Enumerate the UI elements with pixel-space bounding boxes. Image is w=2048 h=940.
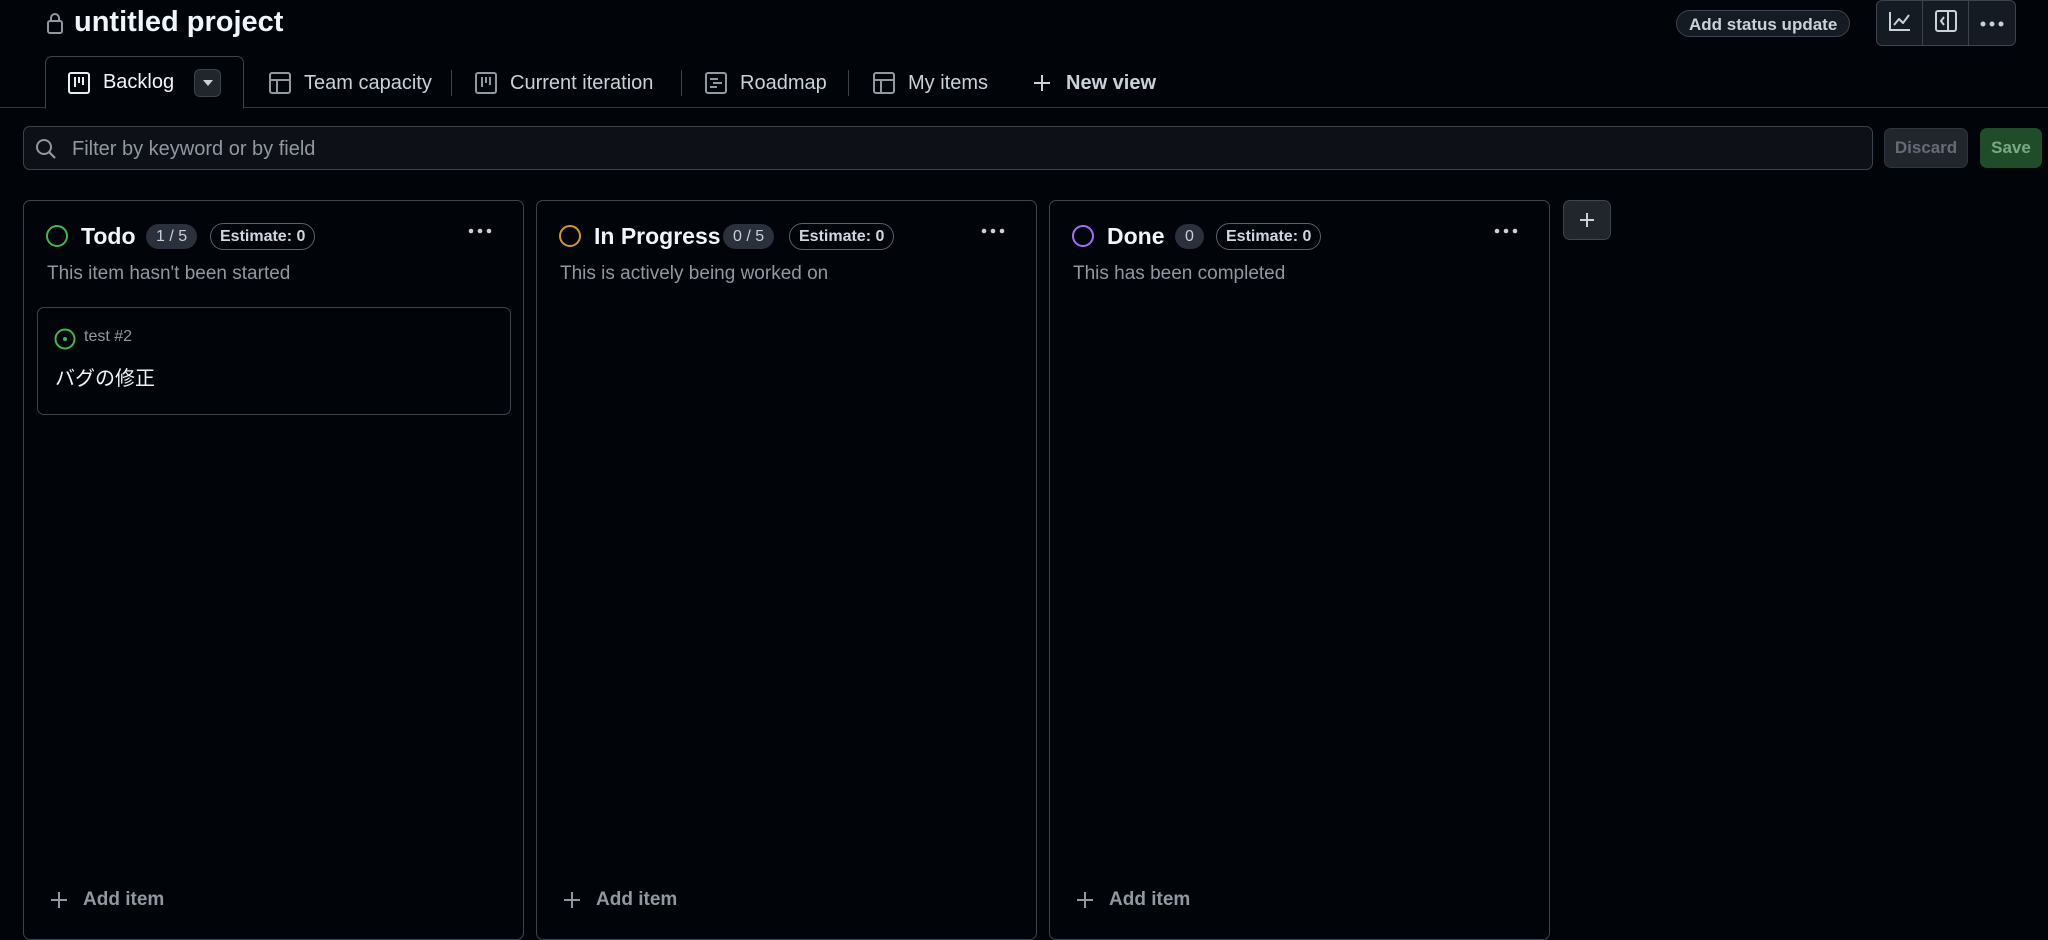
column-title: Todo bbox=[81, 223, 136, 249]
tab-label: Current iteration bbox=[510, 71, 654, 94]
side-panel-icon bbox=[1934, 9, 1958, 38]
add-column-button[interactable] bbox=[1563, 200, 1611, 240]
board-column-in-progress: In Progress 0 / 5 Estimate: 0 This is ac… bbox=[536, 200, 1037, 940]
tab-my-items[interactable]: My items bbox=[872, 57, 988, 109]
column-count-badge: 1 / 5 bbox=[146, 224, 198, 249]
column-description: This is actively being worked on bbox=[560, 263, 829, 284]
kebab-horizontal-icon bbox=[1980, 14, 2004, 32]
column-menu-button[interactable] bbox=[463, 217, 497, 245]
tab-label: New view bbox=[1066, 71, 1157, 94]
board-icon bbox=[474, 71, 498, 95]
tab-divider bbox=[681, 70, 682, 96]
tab-label: Team capacity bbox=[304, 71, 432, 94]
new-view-button[interactable]: New view bbox=[1030, 57, 1156, 109]
board-column-done: Done 0 Estimate: 0 This has been complet… bbox=[1049, 200, 1550, 940]
kebab-horizontal-icon bbox=[981, 228, 1005, 234]
card-reference[interactable]: test #2 bbox=[84, 328, 132, 346]
add-item-label: Add item bbox=[1109, 889, 1191, 910]
roadmap-icon bbox=[704, 71, 728, 95]
column-menu-button[interactable] bbox=[976, 217, 1010, 245]
column-title: Done bbox=[1107, 223, 1165, 249]
plus-icon bbox=[1030, 71, 1054, 95]
tab-label: My items bbox=[908, 71, 988, 94]
issue-opened-icon bbox=[54, 328, 76, 350]
triangle-down-icon bbox=[202, 79, 213, 86]
add-item-label: Add item bbox=[83, 889, 165, 910]
add-item-button[interactable]: Add item bbox=[1075, 889, 1190, 911]
column-title: In Progress bbox=[594, 223, 721, 249]
kebab-horizontal-icon bbox=[468, 228, 492, 234]
plus-icon bbox=[562, 890, 582, 910]
project-toolbar bbox=[1876, 0, 2016, 46]
insights-icon bbox=[1888, 10, 1912, 37]
plus-icon bbox=[49, 890, 69, 910]
tab-roadmap[interactable]: Roadmap bbox=[704, 57, 827, 109]
more-options-button[interactable] bbox=[1969, 1, 2015, 45]
tab-options-button[interactable] bbox=[194, 68, 221, 97]
status-circle-icon bbox=[559, 225, 581, 247]
add-item-button[interactable]: Add item bbox=[49, 889, 164, 911]
tab-team-capacity[interactable]: Team capacity bbox=[268, 57, 432, 109]
filter-input[interactable] bbox=[70, 131, 1854, 167]
discard-button[interactable]: Discard bbox=[1884, 128, 1968, 168]
status-circle-icon bbox=[46, 225, 68, 247]
column-menu-button[interactable] bbox=[1489, 217, 1523, 245]
column-description: This has been completed bbox=[1073, 263, 1286, 284]
project-title[interactable]: untitled project bbox=[74, 6, 283, 39]
add-item-label: Add item bbox=[596, 889, 678, 910]
status-circle-icon bbox=[1072, 225, 1094, 247]
table-icon bbox=[268, 71, 292, 95]
board-icon bbox=[68, 71, 91, 95]
column-description: This item hasn't been started bbox=[47, 263, 291, 284]
filter-bar bbox=[23, 126, 1873, 170]
table-icon bbox=[872, 71, 896, 95]
search-icon bbox=[34, 137, 58, 161]
tab-label: Backlog bbox=[102, 71, 175, 93]
tab-backlog[interactable]: Backlog bbox=[45, 56, 244, 109]
column-estimate-badge: Estimate: 0 bbox=[1216, 223, 1322, 250]
column-estimate-badge: Estimate: 0 bbox=[210, 223, 316, 250]
card-title[interactable]: バグの修正 bbox=[55, 362, 155, 391]
tab-divider bbox=[451, 70, 452, 96]
save-button[interactable]: Save bbox=[1980, 128, 2042, 168]
side-panel-button[interactable] bbox=[1923, 1, 1969, 45]
plus-icon bbox=[1580, 213, 1594, 227]
column-count-badge: 0 bbox=[1175, 224, 1204, 249]
plus-icon bbox=[1075, 890, 1095, 910]
board-column-todo: Todo 1 / 5 Estimate: 0 This item hasn't … bbox=[23, 200, 524, 940]
project-header: untitled project Add status update Backl… bbox=[0, 0, 2048, 109]
column-estimate-badge: Estimate: 0 bbox=[789, 223, 895, 250]
tab-divider bbox=[848, 70, 849, 96]
add-status-update-button[interactable]: Add status update bbox=[1676, 10, 1851, 37]
column-count-badge: 0 / 5 bbox=[723, 224, 775, 249]
board-card[interactable]: test #2 バグの修正 bbox=[37, 307, 511, 415]
insights-button[interactable] bbox=[1877, 1, 1923, 45]
tab-current-iteration[interactable]: Current iteration bbox=[474, 57, 653, 109]
tab-label: Roadmap bbox=[740, 71, 827, 94]
lock-icon bbox=[46, 12, 64, 34]
kebab-horizontal-icon bbox=[1494, 228, 1518, 234]
add-item-button[interactable]: Add item bbox=[562, 889, 677, 911]
